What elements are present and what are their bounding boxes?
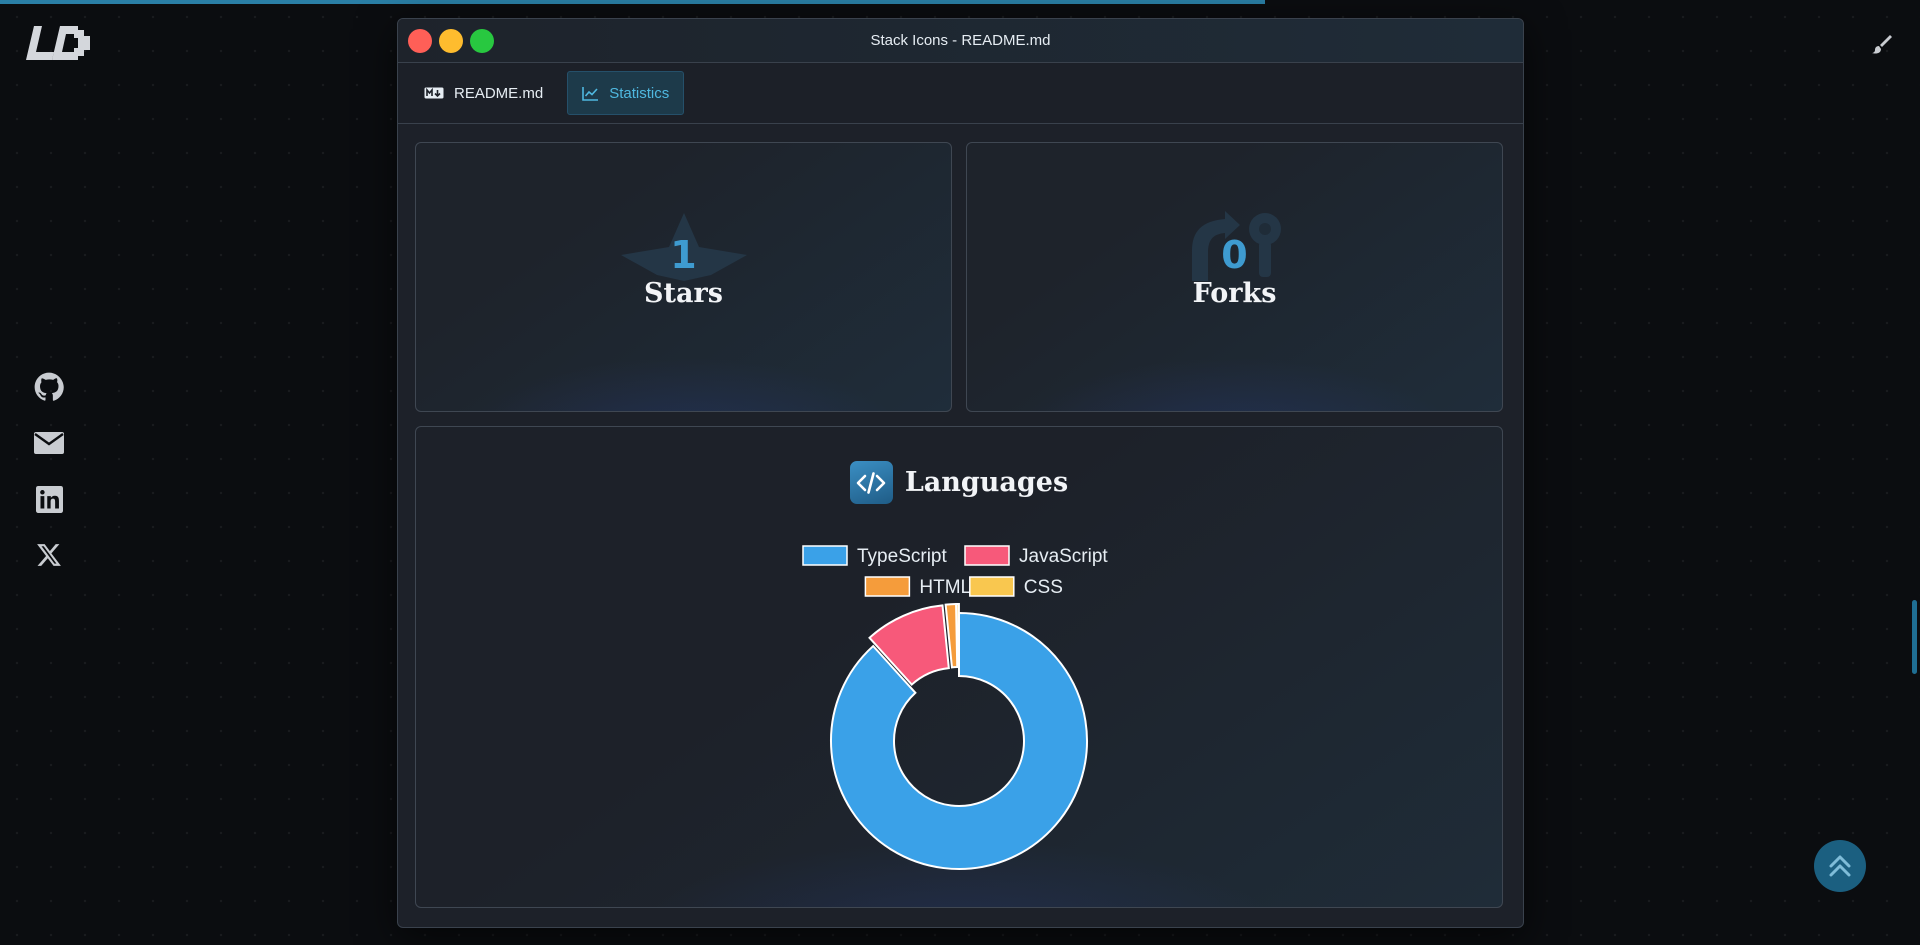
statistics-panel: 1 Stars 0 Forks Languages TypeScript Jav…	[398, 124, 1523, 926]
minimize-window-button[interactable]	[439, 29, 463, 53]
stars-label: Stars	[644, 278, 723, 309]
legend-label: TypeScript	[857, 546, 947, 567]
window-titlebar[interactable]: Stack Icons - README.md	[398, 19, 1523, 63]
site-logo[interactable]	[26, 24, 100, 62]
readme-window: Stack Icons - README.md README.md Statis…	[397, 18, 1524, 928]
paintbrush-icon[interactable]	[1872, 34, 1892, 54]
legend-label: CSS	[1024, 577, 1063, 598]
tab-statistics-label: Statistics	[609, 84, 670, 102]
back-to-top-button[interactable]	[1814, 840, 1866, 892]
legend-item-typescript[interactable]: TypeScript	[802, 545, 947, 567]
stars-card: 1 Stars	[415, 142, 952, 412]
maximize-window-button[interactable]	[470, 29, 494, 53]
legend-item-css[interactable]: CSS	[969, 576, 1063, 598]
email-icon[interactable]	[34, 428, 64, 458]
legend-swatch	[964, 545, 1010, 566]
legend-swatch	[969, 576, 1015, 597]
page-progress-bar	[0, 0, 1265, 4]
forks-card: 0 Forks	[966, 142, 1503, 412]
page-scrollbar[interactable]	[1912, 600, 1917, 674]
forks-label: Forks	[1192, 278, 1277, 309]
markdown-icon	[424, 87, 444, 99]
tab-readme-label: README.md	[454, 84, 544, 102]
window-title: Stack Icons - README.md	[870, 32, 1051, 49]
stars-count: 1	[670, 233, 697, 277]
x-icon[interactable]	[34, 540, 64, 570]
legend-label: HTML	[919, 577, 971, 598]
tab-readme[interactable]: README.md	[412, 71, 555, 115]
double-chevron-up-icon	[1829, 855, 1851, 877]
slice-css[interactable]	[955, 602, 960, 669]
line-chart-icon	[582, 86, 599, 101]
languages-doughnut-chart[interactable]: TypeScript JavaScript HTML CSS	[416, 427, 1502, 907]
linkedin-icon[interactable]	[34, 484, 64, 514]
legend-swatch	[864, 576, 911, 597]
legend-label: JavaScript	[1019, 546, 1108, 567]
forks-count: 0	[1221, 233, 1248, 277]
tab-statistics[interactable]: Statistics	[567, 71, 685, 115]
github-icon[interactable]	[34, 372, 64, 402]
legend-item-javascript[interactable]: JavaScript	[964, 545, 1108, 567]
legend-item-html[interactable]: HTML	[864, 576, 971, 598]
languages-card: Languages TypeScript JavaScript HTML CSS	[415, 426, 1503, 908]
close-window-button[interactable]	[408, 29, 432, 53]
window-tabs: README.md Statistics	[398, 63, 1523, 124]
legend-swatch	[802, 545, 848, 566]
